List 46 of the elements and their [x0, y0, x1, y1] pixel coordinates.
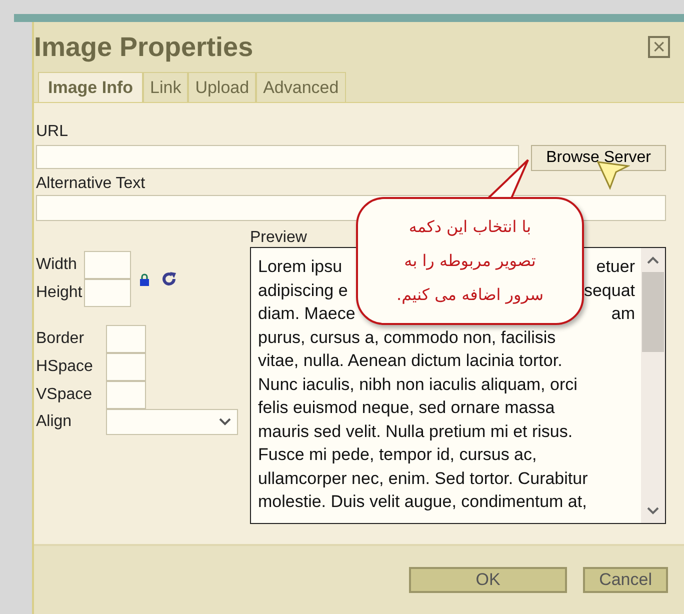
preview-text: am [611, 303, 635, 325]
scroll-up-icon[interactable] [647, 256, 659, 264]
input-field[interactable] [106, 353, 146, 381]
preview-text: ullamcorper nec, enim. Sed tortor. Curabitur [258, 468, 589, 490]
preview-text: purus, cursus a, commodo non, facilisis [258, 326, 557, 348]
field-label: Height [36, 284, 82, 302]
tab[interactable]: Image Info [38, 72, 144, 102]
preview-text: Nunc iaculis, nibh non iaculis aliquam, orci [258, 374, 578, 396]
dialog-button[interactable]: OK [409, 567, 568, 593]
scroll-down-icon[interactable] [647, 507, 659, 515]
field-label: HSpace [36, 358, 94, 376]
field-label: Align [36, 413, 73, 431]
input-field[interactable] [106, 325, 146, 353]
tab[interactable]: Advanced [256, 72, 346, 102]
lock-icon[interactable] [139, 272, 150, 286]
preview-text: molestie. Duis velit augue, condimentum at, [258, 491, 588, 513]
field-label: Width [36, 256, 78, 274]
preview-text: Fusce mi pede, tempor id, cursus ac, [258, 444, 538, 466]
scrollbar[interactable] [641, 248, 665, 523]
align-dropdown[interactable] [106, 409, 238, 435]
input-field[interactable] [106, 381, 146, 409]
preview-text: vitae, nulla. Aenean dictum lacinia tortor. [258, 350, 564, 372]
preview-text: mauris sed velit. Nulla pretium mi et risus. [258, 420, 574, 442]
preview-text: Lorem ipsu [258, 256, 342, 278]
field-label: Alternative Text [36, 175, 146, 193]
scrollbar-thumb[interactable] [642, 272, 664, 352]
preview-text: adipiscing e [258, 280, 348, 302]
tab[interactable]: Upload [188, 72, 256, 102]
chevron-down-icon [219, 418, 231, 426]
field-label: Preview [250, 229, 308, 247]
preview-text: diam. Maece [258, 303, 356, 325]
input-field[interactable] [84, 251, 132, 279]
close-button[interactable]: × [648, 36, 670, 58]
preview-text: sequat [584, 280, 635, 302]
dialog-button[interactable]: Cancel [583, 567, 668, 593]
callout-text: با انتخاب این دکمه تصویر مربوطه را به سرور اضافه می کنیم. [396, 216, 544, 306]
reset-icon[interactable] [160, 270, 178, 288]
window-title: Image Properties [34, 32, 254, 62]
field-label: Border [36, 330, 86, 348]
preview-text: etuer [596, 256, 635, 278]
preview-text: felis euismod neque, sed ornare massa [258, 397, 556, 419]
browse-server-button[interactable]: Browse Server [531, 145, 666, 171]
field-label: URL [36, 123, 70, 141]
input-field[interactable] [84, 279, 132, 307]
field-label: VSpace [36, 386, 94, 404]
tab[interactable]: Link [143, 72, 188, 102]
